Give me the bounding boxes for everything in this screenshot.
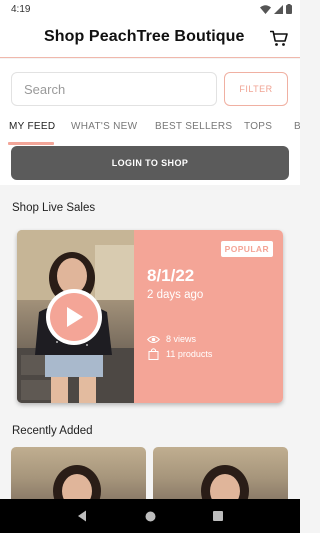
products-stat: 11 products xyxy=(147,348,212,360)
battery-icon xyxy=(286,4,292,14)
recent-item[interactable] xyxy=(11,447,146,499)
cart-icon xyxy=(270,30,288,46)
products-count: 11 products xyxy=(166,349,213,359)
views-stat: 8 views xyxy=(147,334,196,344)
page-title: Shop PeachTree Boutique xyxy=(44,28,245,45)
login-bar: LOGIN TO SHOP xyxy=(0,146,300,185)
status-time: 4:19 xyxy=(11,3,31,15)
live-sale-info: POPULAR 8/1/22 2 days ago 8 views 11 pro… xyxy=(134,230,283,403)
live-sale-relative-time: 2 days ago xyxy=(147,289,204,301)
app-header: Shop PeachTree Boutique xyxy=(0,18,300,58)
tab-my-feed[interactable]: MY FEED xyxy=(9,121,55,132)
recents-button[interactable] xyxy=(206,504,230,528)
popular-badge: POPULAR xyxy=(220,241,273,257)
cart-button[interactable] xyxy=(268,27,290,49)
app-screen: 4:19 Shop PeachTree Boutique FILTER MY F… xyxy=(0,0,300,533)
active-tab-indicator xyxy=(8,142,54,145)
home-button[interactable] xyxy=(138,504,162,528)
recent-item[interactable] xyxy=(153,447,288,499)
login-to-shop-button[interactable]: LOGIN TO SHOP xyxy=(11,146,289,180)
section-title-recently-added: Recently Added xyxy=(12,425,93,437)
status-icons xyxy=(260,4,292,14)
tab-tops[interactable]: TOPS xyxy=(244,121,272,132)
back-icon xyxy=(78,510,86,522)
live-sale-card[interactable]: POPULAR 8/1/22 2 days ago 8 views 11 pro… xyxy=(17,230,283,403)
views-count: 8 views xyxy=(166,334,197,344)
shopping-bag-icon xyxy=(148,348,159,360)
recently-added-list xyxy=(11,447,300,499)
play-icon xyxy=(67,307,83,327)
status-bar: 4:19 xyxy=(0,0,300,18)
search-input[interactable] xyxy=(11,72,217,106)
system-nav-bar xyxy=(0,499,300,533)
wifi-icon xyxy=(260,4,271,14)
search-row: FILTER xyxy=(0,59,300,109)
category-tabs: MY FEED WHAT'S NEW BEST SELLERS TOPS B xyxy=(0,109,300,147)
section-title-live-sales: Shop Live Sales xyxy=(12,202,96,214)
play-button[interactable] xyxy=(46,289,102,345)
tab-next-partial[interactable]: B xyxy=(294,121,300,132)
product-photo xyxy=(53,465,101,499)
tab-whats-new[interactable]: WHAT'S NEW xyxy=(71,121,137,132)
eye-icon xyxy=(147,335,160,343)
home-icon xyxy=(145,511,155,521)
back-button[interactable] xyxy=(70,504,94,528)
signal-icon xyxy=(274,4,283,14)
tab-best-sellers[interactable]: BEST SELLERS xyxy=(155,121,232,132)
product-photo xyxy=(201,465,249,499)
filter-button[interactable]: FILTER xyxy=(224,72,288,106)
recents-icon xyxy=(213,511,223,521)
live-sale-thumbnail[interactable] xyxy=(17,230,134,403)
live-sale-date: 8/1/22 xyxy=(147,266,195,285)
